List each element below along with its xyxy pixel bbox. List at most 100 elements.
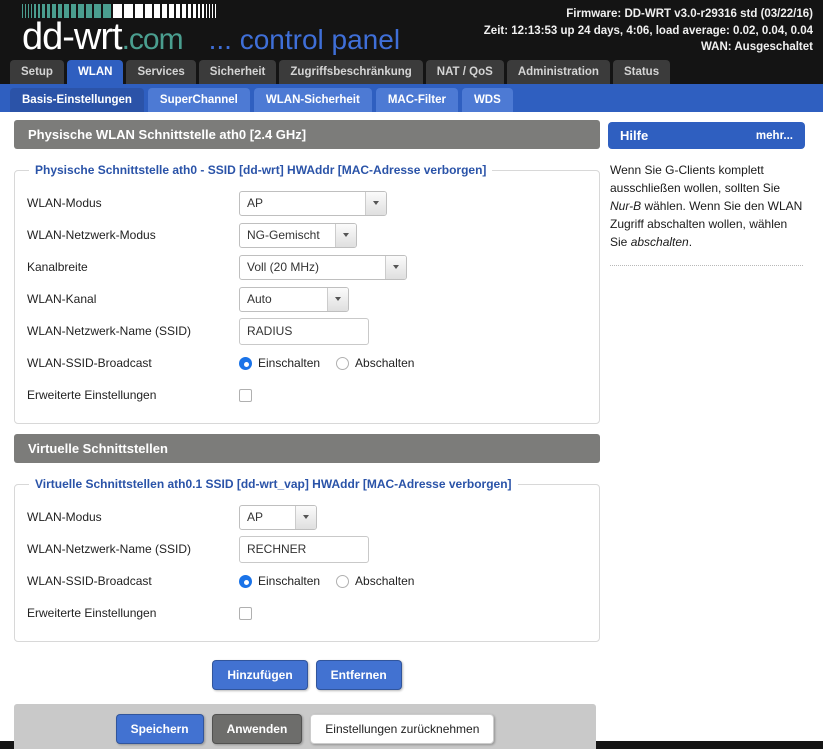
- row-ssid-broadcast: WLAN-SSID-Broadcast Einschalten Abschalt…: [27, 347, 587, 379]
- logo-bar: [145, 4, 152, 18]
- label-vap-advanced-settings: Erweiterte Einstellungen: [27, 606, 157, 620]
- wan-status: WAN: Ausgeschaltet: [700, 41, 813, 53]
- virtual-interface-fieldset: Virtuelle Schnittstellen ath0.1 SSID [dd…: [14, 477, 600, 642]
- main-content: Physische WLAN Schnittstelle ath0 [2.4 G…: [0, 112, 600, 749]
- remove-interface-button[interactable]: Entfernen: [315, 660, 402, 690]
- network-mode-select-wrap: NG-Gemischt: [239, 222, 357, 248]
- vap-ssid-input[interactable]: [239, 535, 369, 563]
- form-action-bar: Speichern Anwenden Einstellungen zurückn…: [14, 704, 596, 749]
- radio-on-icon[interactable]: [239, 574, 252, 588]
- firmware-version: Firmware: DD-WRT v3.0-r29316 std (03/22/…: [566, 8, 813, 20]
- subtab-superchannel[interactable]: SuperChannel: [147, 88, 250, 112]
- channel-width-select[interactable]: Voll (20 MHz): [239, 254, 407, 280]
- vap-advanced-settings-checkbox[interactable]: [239, 606, 252, 620]
- row-vap-ssid-broadcast: WLAN-SSID-Broadcast Einschalten Abschalt…: [27, 565, 587, 597]
- ssid-broadcast-disable[interactable]: Abschalten: [336, 356, 414, 370]
- logo-bar: [212, 4, 213, 18]
- vap-ssid-broadcast-enable[interactable]: Einschalten: [239, 574, 320, 588]
- label-wlan-mode: WLAN-Modus: [27, 196, 102, 210]
- brand-logo: dd-wrt.com ... control panel: [22, 4, 400, 58]
- help-sidebar: Hilfe mehr... Wenn Sie G-Clients komplet…: [600, 112, 823, 266]
- logo-bar: [135, 4, 143, 18]
- row-vap-wlan-mode: WLAN-Modus AP: [27, 501, 587, 533]
- system-uptime: Zeit: 12:13:53 up 24 days, 4:06, load av…: [483, 24, 813, 37]
- subtab-basis-einstellungen[interactable]: Basis-Einstellungen: [10, 88, 144, 112]
- radio-off-icon[interactable]: [336, 356, 350, 370]
- physical-panel-title: Physische WLAN Schnittstelle ath0 [2.4 G…: [14, 120, 600, 149]
- logo-bar: [198, 4, 200, 18]
- row-vap-ssid: WLAN-Netzwerk-Name (SSID): [27, 533, 587, 565]
- logo-bar: [209, 4, 210, 18]
- vap-wlan-mode-select-wrap: AP: [239, 504, 317, 530]
- advanced-settings-checkbox[interactable]: [239, 388, 252, 402]
- help-title: Hilfe: [620, 128, 649, 143]
- brand-name: dd-wrt: [22, 16, 123, 58]
- help-more-link[interactable]: mehr...: [756, 130, 793, 142]
- label-ssid-broadcast: WLAN-SSID-Broadcast: [27, 356, 152, 370]
- label-vap-wlan-mode: WLAN-Modus: [27, 510, 102, 524]
- logo-bar: [193, 4, 196, 18]
- virtual-legend: Virtuelle Schnittstellen ath0.1 SSID [dd…: [35, 477, 512, 491]
- logo-bar: [124, 4, 133, 18]
- tab-nat-qos[interactable]: NAT / QoS: [425, 60, 504, 84]
- tab-wlan[interactable]: WLAN: [66, 60, 124, 84]
- subtab-wlan-sicherheit[interactable]: WLAN-Sicherheit: [253, 88, 372, 112]
- network-mode-select[interactable]: NG-Gemischt: [239, 222, 357, 248]
- firmware-info: Firmware: DD-WRT v3.0-r29316 std (03/22/…: [484, 6, 813, 56]
- physical-legend: Physische Schnittstelle ath0 - SSID [dd-…: [35, 163, 487, 177]
- logo-bar: [206, 4, 207, 18]
- radio-off-icon[interactable]: [336, 574, 350, 588]
- row-ssid: WLAN-Netzwerk-Name (SSID): [27, 315, 587, 347]
- radio-on-icon[interactable]: [239, 356, 252, 370]
- save-button[interactable]: Speichern: [115, 714, 204, 744]
- brand-tld: .com: [121, 23, 184, 56]
- vap-wlan-mode-select[interactable]: AP: [239, 504, 317, 530]
- tab-administration[interactable]: Administration: [506, 60, 610, 84]
- subtab-wds[interactable]: WDS: [461, 88, 513, 112]
- sub-tab-bar: Basis-Einstellungen SuperChannel WLAN-Sich…: [0, 84, 823, 112]
- tab-services[interactable]: Services: [126, 60, 196, 84]
- help-text-part-3: .: [688, 235, 693, 249]
- subtab-mac-filter[interactable]: MAC-Filter: [375, 88, 458, 112]
- logo-bar: [162, 4, 167, 18]
- tab-status[interactable]: Status: [612, 60, 671, 84]
- logo-bar: [176, 4, 180, 18]
- virtual-interface-actions: Hinzufügen Entfernen: [14, 660, 600, 690]
- help-text: Wenn Sie G-Clients komplett ausschließen…: [608, 149, 805, 251]
- label-vap-ssid: WLAN-Netzwerk-Name (SSID): [27, 542, 192, 556]
- add-interface-button[interactable]: Hinzufügen: [212, 660, 308, 690]
- help-header: Hilfe mehr...: [608, 122, 805, 149]
- logo-bar: [182, 4, 186, 18]
- logo-bar: [215, 4, 216, 18]
- logo-bar: [202, 4, 204, 18]
- wlan-channel-select[interactable]: Auto: [239, 286, 349, 312]
- tab-sicherheit[interactable]: Sicherheit: [198, 60, 277, 84]
- label-channel-width: Kanalbreite: [27, 260, 88, 274]
- row-vap-advanced-settings: Erweiterte Einstellungen: [27, 597, 587, 629]
- vap-ssid-broadcast-enable-label: Einschalten: [258, 574, 321, 588]
- wlan-mode-select[interactable]: AP: [239, 190, 387, 216]
- help-emphasis-abschalten: abschalten: [630, 235, 689, 249]
- wlan-channel-select-wrap: Auto: [239, 286, 349, 312]
- logo-bar: [154, 4, 160, 18]
- label-vap-ssid-broadcast: WLAN-SSID-Broadcast: [27, 574, 152, 588]
- physical-interface-fieldset: Physische Schnittstelle ath0 - SSID [dd-…: [14, 163, 600, 424]
- brand-text: dd-wrt.com ... control panel: [22, 16, 400, 58]
- ssid-broadcast-enable-label: Einschalten: [258, 356, 321, 370]
- help-text-part-1: Wenn Sie G-Clients komplett ausschließen…: [610, 163, 781, 195]
- ssid-broadcast-enable[interactable]: Einschalten: [239, 356, 320, 370]
- tab-zugriffsbeschr-nkung[interactable]: Zugriffsbeschränkung: [279, 60, 423, 84]
- apply-button[interactable]: Anwenden: [211, 714, 303, 744]
- row-advanced-settings: Erweiterte Einstellungen: [27, 379, 587, 411]
- vap-ssid-broadcast-disable[interactable]: Abschalten: [336, 574, 414, 588]
- label-ssid: WLAN-Netzwerk-Name (SSID): [27, 324, 192, 338]
- tab-setup[interactable]: Setup: [10, 60, 64, 84]
- label-advanced-settings: Erweiterte Einstellungen: [27, 388, 157, 402]
- main-tab-bar: Setup WLAN Services Sicherheit Zugriffsbesch…: [0, 58, 823, 84]
- row-wlan-mode: WLAN-Modus AP: [27, 187, 587, 219]
- ssid-input[interactable]: [239, 317, 369, 345]
- label-network-mode: WLAN-Netzwerk-Modus: [27, 228, 156, 242]
- row-network-mode: WLAN-Netzwerk-Modus NG-Gemischt: [27, 219, 587, 251]
- ssid-broadcast-disable-label: Abschalten: [355, 356, 415, 370]
- cancel-button[interactable]: Einstellungen zurücknehmen: [310, 714, 495, 744]
